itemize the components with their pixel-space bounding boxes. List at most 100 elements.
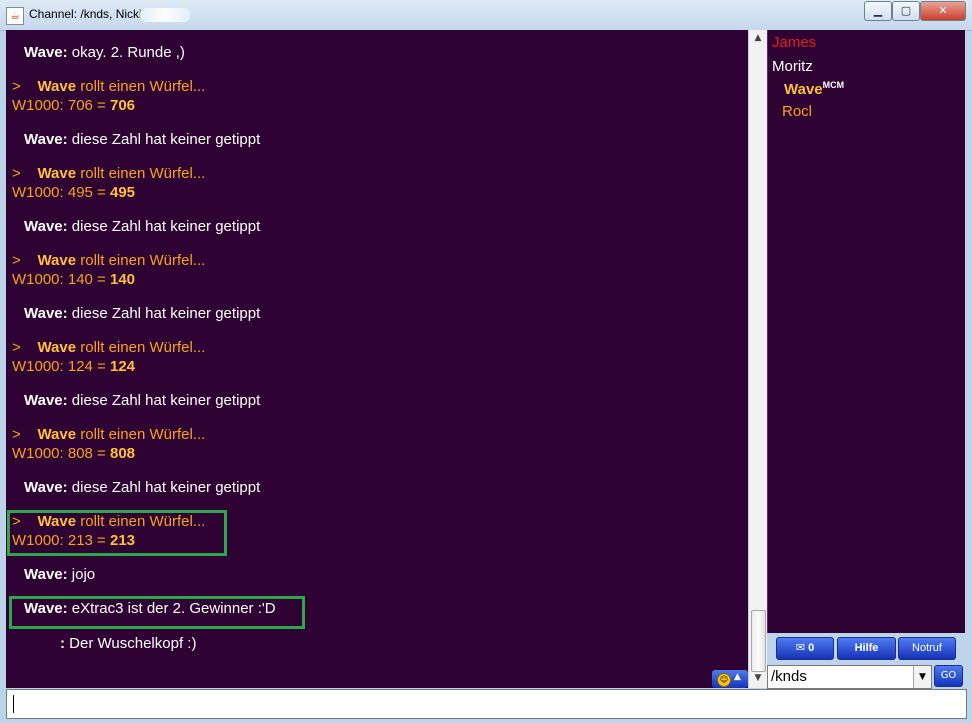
roll-prompt: > — [12, 513, 21, 530]
chat-message: Wave: okay. 2. Runde ,) — [24, 44, 185, 61]
java-app-icon: ☕ — [6, 7, 24, 25]
roll-message: > Wave rollt einen Würfel... — [12, 426, 205, 443]
mail-count: 0 — [808, 642, 815, 654]
window-titlebar[interactable]: ☕ Channel: /knds, Nicki ▁ ▢ ✕ — [0, 0, 972, 31]
window-title: Channel: /knds, Nicki — [29, 7, 142, 21]
message-text: okay. 2. Runde ,) — [71, 44, 185, 61]
roll-expression: W1000: 213 = — [12, 532, 110, 549]
user-list: James Moritz WaveMCM Rocl — [767, 30, 965, 633]
roll-action: rollt einen Würfel... — [80, 78, 206, 95]
chat-message: Wave: jojo — [24, 566, 95, 583]
roll-result: 808 — [109, 445, 136, 462]
roll-message: > Wave rollt einen Würfel... — [12, 165, 205, 182]
roll-nick[interactable]: Wave — [37, 165, 76, 182]
roll-result: 706 — [109, 97, 136, 114]
message-nick[interactable]: Wave: — [24, 218, 68, 235]
roll-prompt: > — [12, 78, 21, 95]
roll-expression: W1000: 706 = — [12, 97, 110, 114]
roll-prompt: > — [12, 252, 21, 269]
message-nick[interactable]: Wave: — [24, 479, 68, 496]
go-button[interactable]: GO — [934, 665, 963, 687]
text-caret — [13, 695, 14, 713]
minimize-button[interactable]: ▁ — [864, 1, 892, 21]
scroll-down-arrow-icon[interactable]: ▼ — [749, 670, 767, 687]
roll-message: > Wave rollt einen Würfel... — [12, 513, 205, 530]
message-nick[interactable]: Wave: — [24, 566, 68, 583]
user-item-rocl[interactable]: Rocl — [782, 103, 812, 120]
message-text: jojo — [71, 566, 96, 583]
channel-select[interactable]: /knds ▼ — [767, 665, 932, 689]
scroll-thumb[interactable] — [751, 610, 766, 672]
close-button[interactable]: ✕ — [920, 1, 966, 21]
message-text: diese Zahl hat keiner getippt — [71, 305, 261, 322]
roll-result: 124 — [109, 358, 136, 375]
chat-message: Wave: diese Zahl hat keiner getippt — [24, 479, 260, 496]
smiley-button[interactable]: ☺ ▲ — [712, 670, 748, 688]
roll-nick[interactable]: Wave — [37, 252, 76, 269]
message-nick[interactable]: Wave: — [24, 305, 68, 322]
roll-message: > Wave rollt einen Würfel... — [12, 339, 205, 356]
roll-action: rollt einen Würfel... — [80, 252, 206, 269]
roll-nick[interactable]: Wave — [37, 513, 76, 530]
roll-result-line: W1000: 706 = 706 — [12, 97, 135, 114]
roll-nick[interactable]: Wave — [37, 339, 76, 356]
user-badge: MCM — [822, 80, 845, 90]
roll-prompt: > — [12, 426, 21, 443]
message-nick[interactable]: Wave: — [24, 600, 68, 617]
chat-scrollbar[interactable]: ▲ ▼ — [748, 30, 767, 688]
message-nick[interactable]: : — [60, 635, 65, 652]
roll-expression: W1000: 808 = — [12, 445, 110, 462]
roll-expression: W1000: 124 = — [12, 358, 110, 375]
chat-message: Wave: eXtrac3 ist der 2. Gewinner :'D — [24, 600, 276, 617]
roll-prompt: > — [12, 165, 21, 182]
message-text: diese Zahl hat keiner getippt — [71, 392, 261, 409]
roll-message: > Wave rollt einen Würfel... — [12, 252, 205, 269]
roll-result: 140 — [109, 271, 136, 288]
smiley-icon: ☺ — [717, 673, 731, 687]
user-item-james[interactable]: James — [772, 34, 816, 51]
emergency-button[interactable]: Notruf — [898, 637, 956, 660]
roll-nick[interactable]: Wave — [37, 78, 76, 95]
message-text: diese Zahl hat keiner getippt — [71, 218, 261, 235]
chat-message: Wave: diese Zahl hat keiner getippt — [24, 305, 260, 322]
roll-nick[interactable]: Wave — [37, 426, 76, 443]
mail-icon: ✉ — [795, 642, 806, 654]
chat-message: : Der Wuschelkopf :) — [60, 635, 196, 652]
maximize-button[interactable]: ▢ — [892, 1, 920, 21]
message-text: diese Zahl hat keiner getippt — [71, 131, 261, 148]
message-text: eXtrac3 ist der 2. Gewinner :'D — [71, 600, 276, 617]
messages-button[interactable]: ✉ 0 — [776, 637, 834, 660]
channel-value: /knds — [771, 668, 807, 685]
chat-message: Wave: diese Zahl hat keiner getippt — [24, 131, 260, 148]
roll-expression: W1000: 140 = — [12, 271, 110, 288]
roll-expression: W1000: 495 = — [12, 184, 110, 201]
message-nick[interactable]: Wave: — [24, 392, 68, 409]
message-input[interactable] — [6, 689, 967, 719]
roll-action: rollt einen Würfel... — [80, 513, 206, 530]
roll-prompt: > — [12, 339, 21, 356]
message-text: diese Zahl hat keiner getippt — [71, 479, 261, 496]
scroll-up-arrow-icon[interactable]: ▲ — [749, 30, 767, 47]
user-item-wave[interactable]: WaveMCM — [784, 80, 844, 98]
roll-action: rollt einen Würfel... — [80, 426, 206, 443]
roll-result: 495 — [109, 184, 136, 201]
chat-message: Wave: diese Zahl hat keiner getippt — [24, 392, 260, 409]
roll-message: > Wave rollt einen Würfel... — [12, 78, 205, 95]
roll-action: rollt einen Würfel... — [80, 165, 206, 182]
roll-result-line: W1000: 808 = 808 — [12, 445, 135, 462]
roll-result-line: W1000: 140 = 140 — [12, 271, 135, 288]
user-name: Wave — [784, 81, 823, 98]
redacted-name-blur — [140, 8, 190, 22]
chevron-up-icon: ▲ — [734, 672, 741, 682]
chat-message: Wave: diese Zahl hat keiner getippt — [24, 218, 260, 235]
chevron-down-icon[interactable]: ▼ — [913, 666, 931, 688]
message-text: Der Wuschelkopf :) — [69, 635, 197, 652]
help-button[interactable]: Hilfe — [837, 637, 896, 660]
roll-action: rollt einen Würfel... — [80, 339, 206, 356]
message-nick[interactable]: Wave: — [24, 131, 68, 148]
roll-result-line: W1000: 213 = 213 — [12, 532, 135, 549]
roll-result: 213 — [109, 532, 136, 549]
user-item-moritz[interactable]: Moritz — [772, 58, 813, 75]
roll-result-line: W1000: 495 = 495 — [12, 184, 135, 201]
message-nick[interactable]: Wave: — [24, 44, 68, 61]
